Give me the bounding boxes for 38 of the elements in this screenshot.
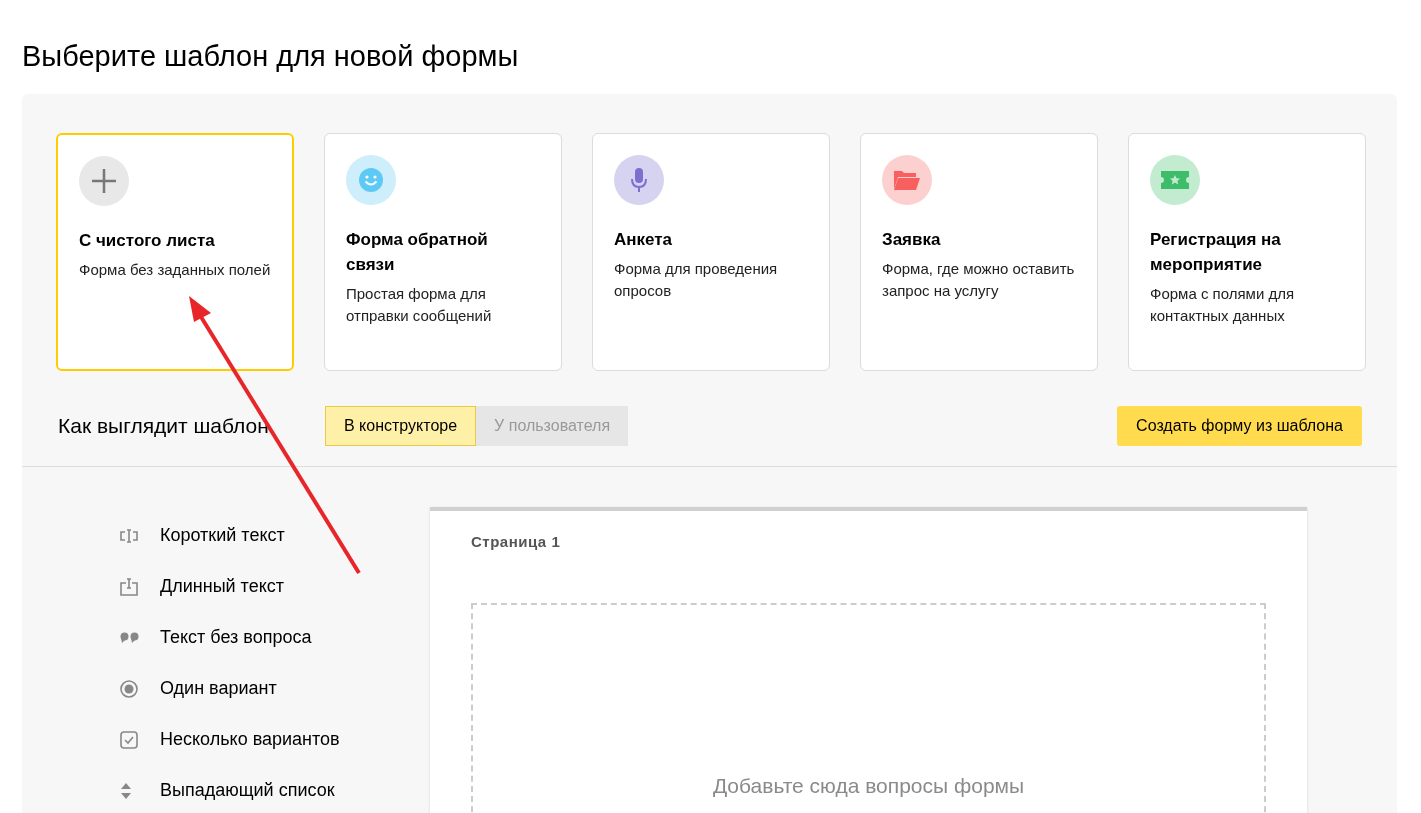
folder-icon [893,169,921,191]
plus-icon [91,168,117,194]
question-type-item[interactable]: Один вариант [120,676,430,701]
template-description: Простая форма для отправки сообщений [346,284,493,326]
template-description: Форма с полями для контактных данных [1150,284,1296,326]
template-card[interactable]: Заявка Форма, где можно оставить запрос на услугу [860,133,1098,371]
ticket-icon [1160,170,1190,190]
page-title-label: Страница 1 [471,532,562,552]
question-type-item[interactable]: Короткий текст [120,523,430,548]
drop-hint: Добавьте сюда вопросы формы [712,772,1025,799]
template-description: Форма, где можно оставить запрос на услугу [882,259,1076,301]
template-title: С чистого листа [79,230,216,252]
question-type-item[interactable]: Несколько вариантов [120,727,430,752]
checkbox-icon [120,730,138,749]
text-field-icon [120,528,138,543]
template-title: Форма обратной связи [346,229,489,276]
create-form-button[interactable]: Создать форму из шаблона [1117,406,1362,446]
template-description: Форма без заданных полей [79,260,271,280]
quote-icon [120,632,140,643]
question-type-item[interactable]: Длинный текст [120,574,430,599]
microphone-icon [630,167,648,193]
template-title: Регистрация на мероприятие [1150,229,1282,276]
sort-arrows-icon [120,781,132,800]
text-area-icon [120,577,138,596]
question-type-item[interactable]: Выпадающий список [120,778,430,803]
template-card[interactable]: Форма обратной связи Простая форма для отправки сообщений [324,133,562,371]
template-card[interactable]: Регистрация на мероприятие Форма с полями для контактных данных [1128,133,1366,371]
preview-label: Как выглядит шаблон [58,413,270,440]
question-type-item[interactable]: Текст без вопроса [120,625,430,650]
view-tab[interactable]: В конструкторе [325,406,477,446]
template-title: Заявка [882,229,942,251]
template-description: Форма для проведения опросов [614,259,779,301]
template-title: Анкета [614,229,674,251]
template-card[interactable]: С чистого листа Форма без заданных полей [56,133,294,371]
page-title: Выберите шаблон для новой формы [22,39,520,74]
radio-icon [120,679,138,698]
smile-icon [358,167,384,193]
template-card[interactable]: Анкета Форма для проведения опросов [592,133,830,371]
